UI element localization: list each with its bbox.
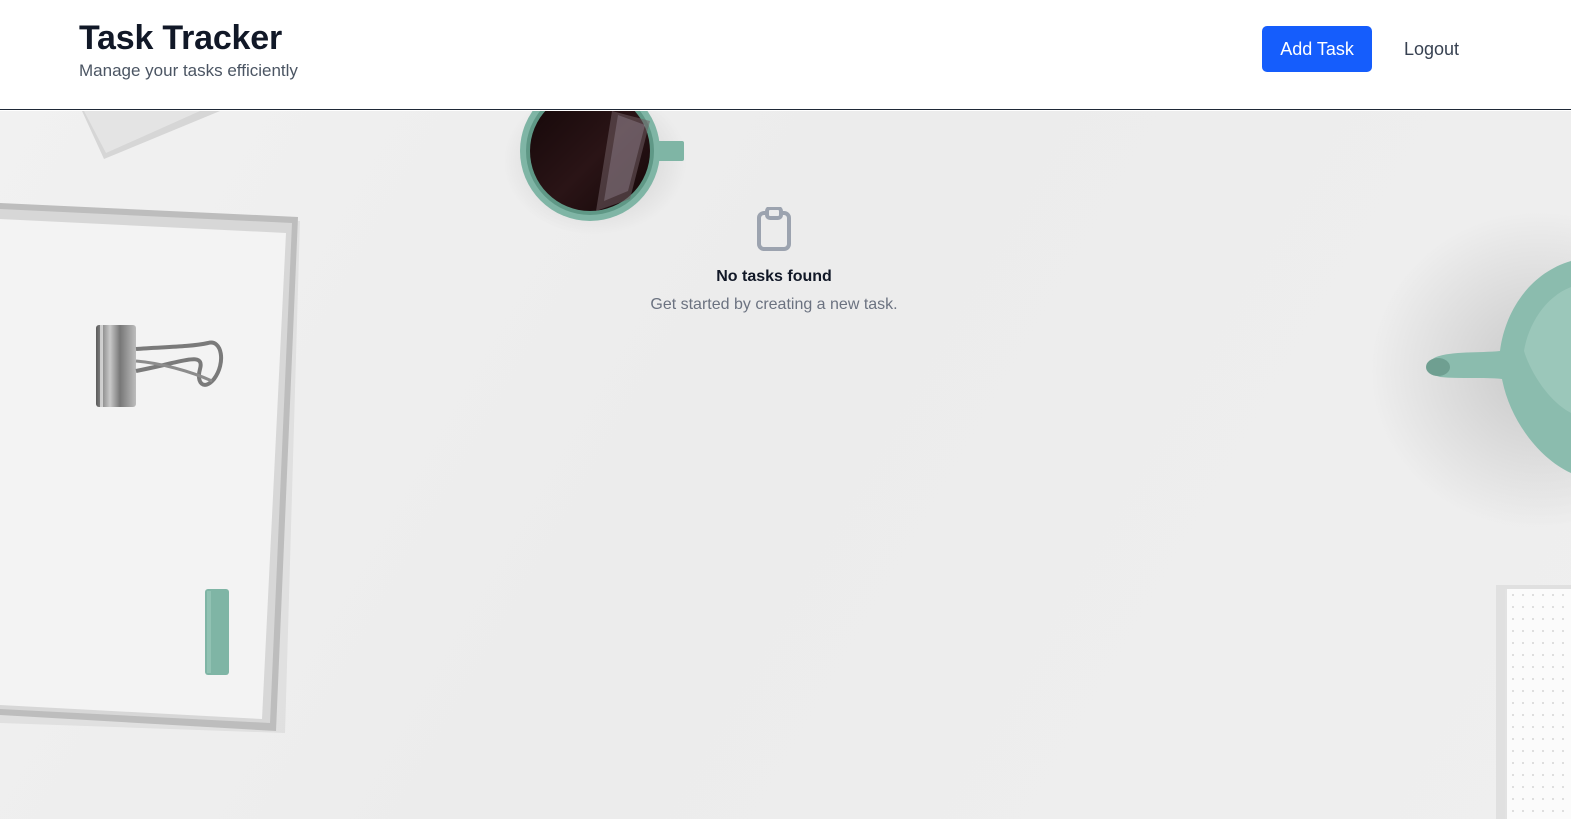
clipboard-icon [757,207,791,251]
teapot-illustration [1370,211,1571,531]
empty-state: No tasks found Get started by creating a… [574,207,974,315]
logout-button[interactable]: Logout [1390,26,1473,72]
header-actions: Add Task Logout [1262,26,1473,72]
app-header: Task Tracker Manage your tasks efficient… [0,0,1571,110]
app-subtitle: Manage your tasks efficiently [79,61,298,80]
task-list-area: No tasks found Get started by creating a… [0,111,1571,819]
add-task-button[interactable]: Add Task [1262,26,1372,72]
notebook-illustration [0,203,300,733]
app-title: Task Tracker [79,19,283,57]
empty-state-title: No tasks found [716,268,832,285]
empty-state-message: Get started by creating a new task. [650,296,898,313]
dotted-paper-illustration [1496,585,1571,819]
laptop-corner [82,111,220,159]
brand: Task Tracker Manage your tasks efficient… [79,18,298,82]
